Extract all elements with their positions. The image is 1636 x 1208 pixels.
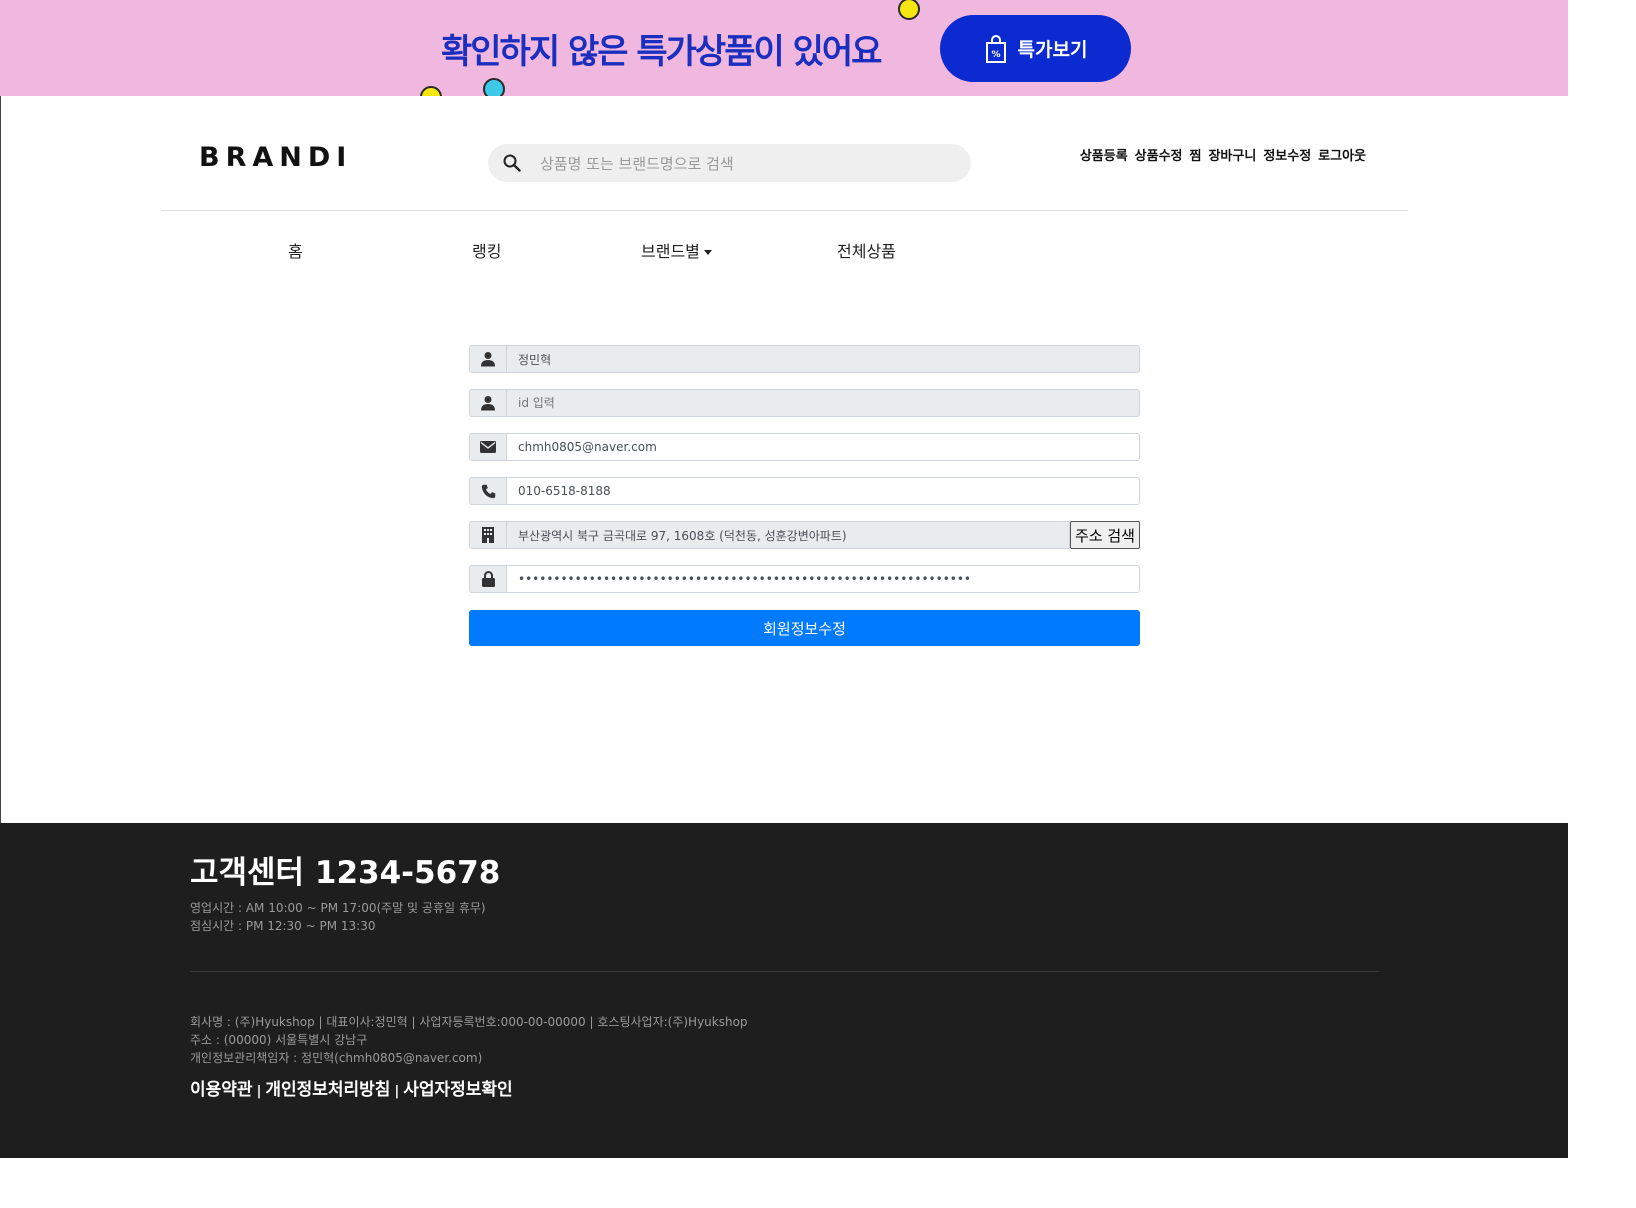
password-field[interactable]	[507, 565, 1140, 593]
user-icon	[469, 345, 507, 373]
lock-icon	[469, 565, 507, 593]
footer-divider	[190, 971, 1379, 972]
promo-button[interactable]: % 특가보기	[940, 15, 1131, 82]
phone-field[interactable]	[507, 477, 1140, 505]
search-input[interactable]	[538, 144, 962, 184]
address-field[interactable]	[507, 521, 1070, 549]
id-field[interactable]	[507, 389, 1140, 417]
utility-links: 상품등록 상품수정 찜 장바구니 정보수정 로그아웃	[1080, 145, 1366, 164]
search-bar[interactable]	[488, 144, 971, 184]
caret-down-icon	[703, 250, 712, 255]
nav-item-ranking[interactable]: 랭킹	[472, 238, 501, 262]
util-link-register-product[interactable]: 상품등록	[1080, 145, 1128, 164]
link-separator: |	[256, 1084, 262, 1099]
page-edge-line	[0, 96, 1, 823]
promo-button-label: 특가보기	[1017, 39, 1088, 61]
nav-item-home[interactable]: 홈	[288, 238, 303, 262]
footer-links: 이용약관 | 개인정보처리방침 | 사업자정보확인	[190, 1075, 513, 1100]
company-line: 회사명 : (주)Hyukshop | 대표이사:정민혁 | 사업자등록번호:0…	[190, 1015, 748, 1029]
business-hours: 영업시간 : AM 10:00 ~ PM 17:00(주말 및 공휴일 휴무) …	[190, 899, 486, 935]
shopping-bag-percent-icon: %	[985, 34, 1006, 63]
svg-text:%: %	[991, 50, 1000, 60]
brand-logo[interactable]: BRANDI	[199, 142, 352, 173]
terms-link[interactable]: 이용약관	[190, 1080, 253, 1100]
envelope-icon	[469, 433, 507, 461]
nav-item-all-products[interactable]: 전체상품	[837, 238, 896, 262]
footer: 고객센터 1234-5678 영업시간 : AM 10:00 ~ PM 17:0…	[0, 823, 1568, 1158]
address-line: 주소 : (00000) 서울특별시 강남구	[190, 1033, 368, 1047]
privacy-officer-line: 개인정보관리책임자 : 정민혁(chmh0805@naver.com)	[190, 1051, 483, 1065]
password-row	[469, 565, 1140, 593]
email-field[interactable]	[507, 433, 1140, 461]
id-row	[469, 389, 1140, 417]
util-link-edit-info[interactable]: 정보수정	[1263, 145, 1311, 164]
email-row	[469, 433, 1140, 461]
nav-item-brands-label: 브랜드별	[641, 242, 700, 261]
customer-center-title: 고객센터 1234-5678	[190, 855, 501, 891]
phone-row	[469, 477, 1140, 505]
promo-text: 확인하지 않은 특가상품이 있어요	[441, 32, 882, 72]
address-row: 주소 검색	[469, 521, 1140, 549]
phone-icon	[469, 477, 507, 505]
util-link-cart[interactable]: 장바구니	[1208, 145, 1256, 164]
util-link-edit-product[interactable]: 상품수정	[1135, 145, 1183, 164]
emoji-face-icon	[483, 78, 505, 96]
util-link-logout[interactable]: 로그아웃	[1318, 145, 1366, 164]
privacy-policy-link[interactable]: 개인정보처리방침	[265, 1080, 390, 1100]
header-divider	[161, 210, 1408, 211]
update-member-info-button[interactable]: 회원정보수정	[469, 610, 1140, 646]
util-link-wishlist[interactable]: 찜	[1190, 145, 1202, 164]
emoji-face-icon	[420, 86, 442, 96]
address-search-button[interactable]: 주소 검색	[1070, 521, 1140, 549]
emoji-face-icon	[898, 0, 920, 20]
user-icon	[469, 389, 507, 417]
business-info-link[interactable]: 사업자정보확인	[403, 1080, 512, 1100]
nav-item-brands-dropdown[interactable]: 브랜드별	[641, 238, 712, 262]
company-info: 회사명 : (주)Hyukshop | 대표이사:정민혁 | 사업자등록번호:0…	[190, 1013, 748, 1067]
hours-line: 영업시간 : AM 10:00 ~ PM 17:00(주말 및 공휴일 휴무)	[190, 901, 486, 915]
lunch-hours-line: 점심시간 : PM 12:30 ~ PM 13:30	[190, 919, 376, 933]
search-icon	[503, 154, 521, 172]
name-row	[469, 345, 1140, 373]
building-icon	[469, 521, 507, 549]
promo-banner[interactable]: 확인하지 않은 특가상품이 있어요 % 특가보기	[0, 0, 1568, 96]
link-separator: |	[394, 1084, 400, 1099]
name-field[interactable]	[507, 345, 1140, 373]
